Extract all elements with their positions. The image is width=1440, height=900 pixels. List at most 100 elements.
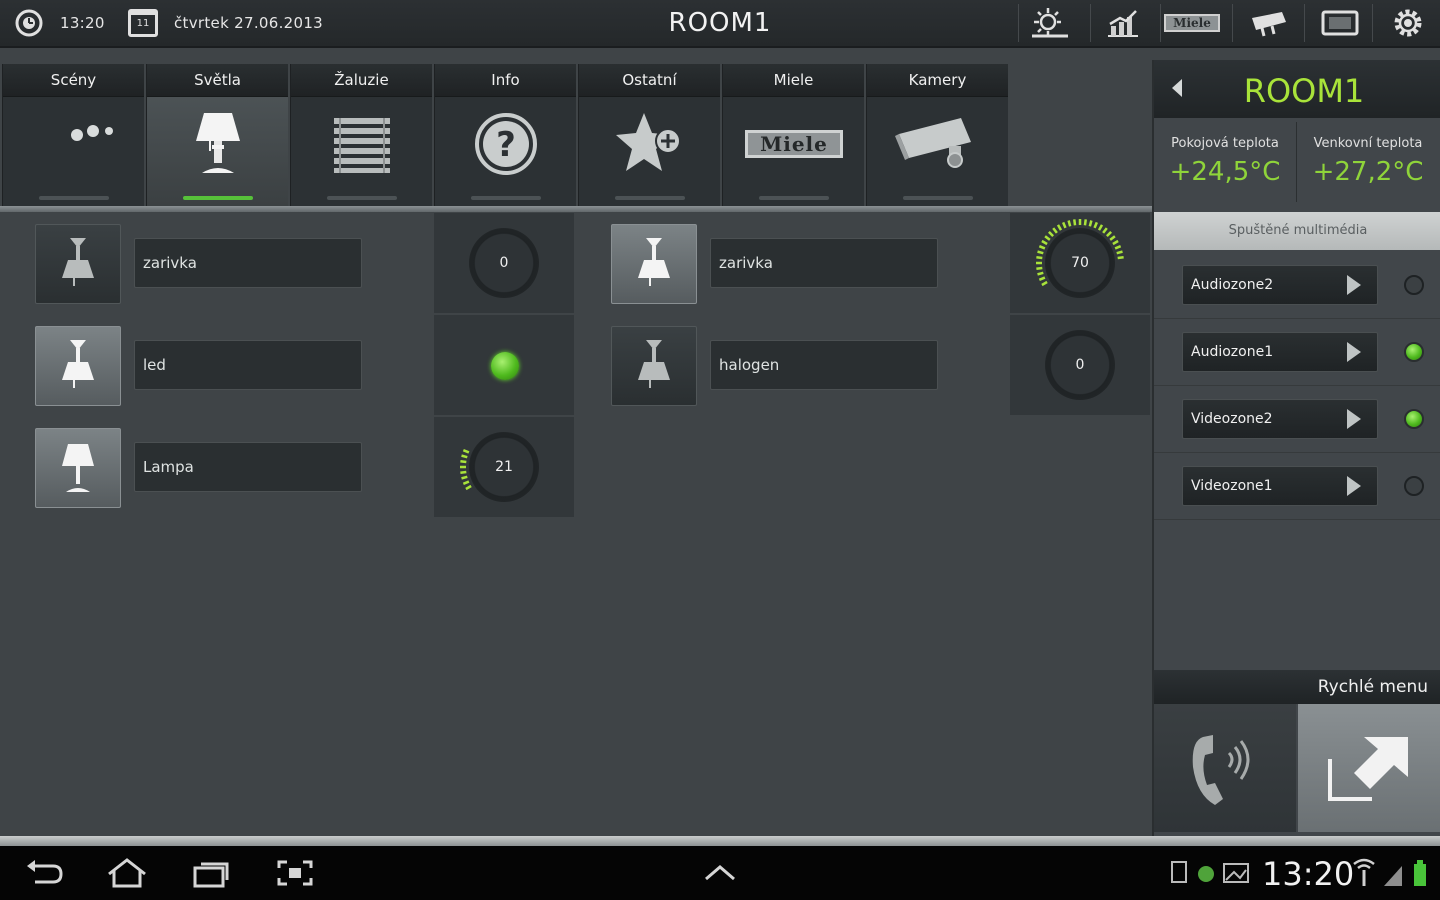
dimmer-tick	[1114, 245, 1122, 250]
screenshot-icon	[277, 860, 313, 886]
lamp-toggle-button[interactable]	[611, 224, 697, 304]
app-drawer-button[interactable]	[695, 854, 745, 892]
dimmer-tick	[460, 460, 467, 464]
tab-info[interactable]: Info ?	[434, 64, 576, 206]
dimmer-tick	[465, 484, 472, 491]
dimmer-tick	[462, 480, 470, 485]
dimmer-tick	[1067, 220, 1072, 227]
multimedia-row: Videozone1	[1154, 453, 1440, 520]
indoor-temp-value: +24,5°C	[1169, 157, 1281, 187]
tab-label: Info	[435, 64, 576, 97]
zone-status-indicator	[1404, 409, 1424, 429]
dimmer-tick	[462, 449, 470, 454]
miele-button[interactable]: Miele	[1162, 4, 1222, 42]
system-status-icons	[1350, 854, 1434, 892]
bottom-divider	[0, 836, 1440, 846]
ceiling-lamp-icon	[62, 340, 94, 388]
dimmer-tick	[1083, 219, 1087, 226]
dimmer-tick	[1044, 235, 1051, 241]
dimmer-tick	[1116, 250, 1123, 255]
dimmer-tick	[1038, 245, 1046, 250]
light-name: zarivka	[710, 238, 938, 288]
lamp-toggle-button[interactable]	[35, 224, 121, 304]
dimmer-tick	[1052, 227, 1058, 234]
table-lamp-icon	[62, 444, 94, 492]
lamp-toggle-button[interactable]	[35, 428, 121, 508]
notification-status-icons	[1171, 861, 1249, 883]
dimmer-tick	[1062, 221, 1067, 229]
tab-ostatni[interactable]: Ostatní	[578, 64, 720, 206]
expand-button[interactable]	[1298, 704, 1440, 832]
clock-icon	[15, 9, 43, 37]
play-icon	[1347, 275, 1361, 295]
lamp-toggle-button[interactable]	[35, 326, 121, 406]
wifi-signal-battery-icons	[1353, 858, 1426, 886]
scenes-icon	[41, 121, 113, 166]
dimmer-cell: 0	[1010, 315, 1150, 415]
dimmer-tick	[1037, 271, 1044, 276]
room-title: ROOM1	[1243, 72, 1365, 110]
status-led[interactable]	[491, 352, 519, 380]
dimmer-dial[interactable]: 0	[1045, 330, 1115, 400]
back-arrow-icon[interactable]	[1170, 77, 1184, 99]
multimedia-header: Spuštěné multimédia	[1154, 212, 1440, 250]
page-title: ROOM1	[668, 8, 772, 38]
intercom-button[interactable]	[1154, 704, 1296, 832]
multimedia-row: Audiozone2	[1154, 252, 1440, 319]
dimmer-cell: 21	[434, 417, 574, 517]
multimedia-zone-button[interactable]: Videozone2	[1182, 399, 1378, 439]
divider	[0, 206, 1152, 212]
chart-button[interactable]	[1092, 4, 1152, 42]
dimmer-tick	[1097, 224, 1104, 231]
recent-apps-button[interactable]	[186, 854, 236, 892]
dimmer-tick	[1088, 220, 1093, 227]
phone-ringing-icon	[1192, 735, 1250, 805]
dimmer-tick	[1037, 250, 1044, 255]
category-tabs: Scény Světla Žaluzie Info ? Ostatní Miel…	[2, 64, 1008, 206]
tab-kamery[interactable]: Kamery	[866, 64, 1008, 206]
zone-label: Audiozone1	[1191, 344, 1274, 360]
android-navigation-bar: 13:20	[0, 846, 1440, 900]
multimedia-zone-button[interactable]: Audiozone2	[1182, 265, 1378, 305]
tab-sceny[interactable]: Scény	[2, 64, 144, 206]
tab-svetla[interactable]: Světla	[146, 64, 288, 206]
dimmer-dial[interactable]: 70	[1045, 228, 1115, 298]
outdoor-temperature: Venkovní teplota +27,2°C	[1297, 122, 1439, 202]
indoor-temperature: Pokojová teplota +24,5°C	[1154, 122, 1296, 202]
light-name: zarivka	[134, 238, 362, 288]
dimmer-tick	[460, 470, 467, 474]
settings-button[interactable]	[1378, 4, 1438, 42]
lamp-toggle-button[interactable]	[611, 326, 697, 406]
play-icon	[1347, 476, 1361, 496]
dimmer-tick	[1041, 239, 1048, 246]
expand-arrows-icon	[1328, 737, 1408, 801]
camera-icon	[1252, 12, 1286, 37]
camera-button[interactable]	[1240, 4, 1300, 42]
dimmer-dial[interactable]: 21	[469, 432, 539, 502]
dimmer-value: 70	[1071, 255, 1089, 271]
tab-label: Kamery	[867, 64, 1008, 97]
multimedia-zone-button[interactable]: Audiozone1	[1182, 332, 1378, 372]
light-name: Lampa	[134, 442, 362, 492]
back-nav-button[interactable]	[20, 854, 70, 892]
notification-icons	[1166, 854, 1256, 892]
tab-miele[interactable]: Miele Miele	[722, 64, 864, 206]
zone-status-indicator	[1404, 476, 1424, 496]
calendar-icon: 11	[128, 9, 158, 37]
multimedia-zone-button[interactable]: Videozone1	[1182, 466, 1378, 506]
quick-menu-label: Rychlé menu	[1317, 677, 1428, 697]
date-display: 11 čtvrtek 27.06.2013	[128, 0, 323, 46]
dimmer-dial[interactable]: 0	[469, 228, 539, 298]
weather-button[interactable]	[1020, 4, 1080, 42]
screen-button[interactable]	[1310, 4, 1370, 42]
recent-apps-icon	[193, 862, 229, 888]
dimmer-tick	[1109, 235, 1116, 241]
ceiling-lamp-icon	[62, 238, 94, 286]
star-plus-icon	[616, 113, 681, 171]
top-time: 13:20	[60, 14, 105, 32]
screenshot-button[interactable]	[270, 854, 320, 892]
tab-zaluzie[interactable]: Žaluzie	[290, 64, 432, 206]
tab-label: Žaluzie	[291, 64, 432, 97]
home-nav-button[interactable]	[102, 854, 152, 892]
miele-icon: Miele	[1164, 14, 1220, 32]
